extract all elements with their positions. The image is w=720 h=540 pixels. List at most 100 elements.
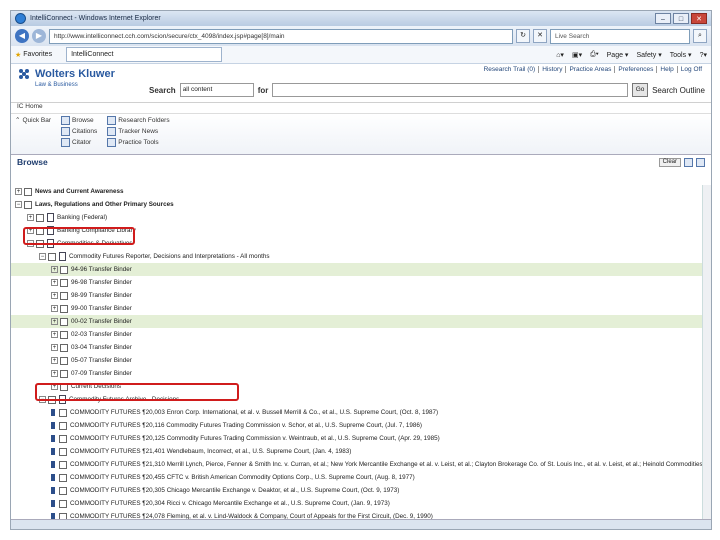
- checkbox[interactable]: [60, 343, 68, 352]
- checkbox[interactable]: [60, 356, 68, 365]
- checkbox[interactable]: [59, 408, 67, 417]
- checkbox[interactable]: [24, 187, 32, 196]
- quick-browse[interactable]: Browse: [61, 116, 97, 125]
- checkbox[interactable]: [59, 460, 67, 469]
- refresh-icon[interactable]: ↻: [516, 29, 530, 43]
- query-input[interactable]: [272, 83, 629, 97]
- link-log-off[interactable]: Log Off: [676, 66, 705, 73]
- checkbox[interactable]: [59, 434, 67, 443]
- tree-row[interactable]: +98-99 Transfer Binder: [11, 289, 711, 302]
- search-scope-select[interactable]: all content: [179, 83, 254, 97]
- link-history[interactable]: History: [538, 66, 565, 73]
- print-tree-icon[interactable]: [684, 157, 693, 167]
- tab-intelliconnect[interactable]: IntelliConnect: [66, 47, 223, 62]
- tree-row[interactable]: +03-04 Transfer Binder: [11, 341, 711, 354]
- tree-row[interactable]: +05-07 Transfer Binder: [11, 354, 711, 367]
- checkbox[interactable]: [59, 447, 67, 456]
- tree-row[interactable]: COMMODITY FUTURES ¶20,304 Ricci v. Chica…: [11, 497, 711, 510]
- expand-icon[interactable]: +: [51, 305, 58, 312]
- favorites-button[interactable]: Favorites: [23, 51, 52, 58]
- tree-row[interactable]: − Laws, Regulations and Other Primary Sou…: [11, 198, 711, 211]
- back-arrow-icon[interactable]: ◀: [15, 29, 29, 43]
- maximize-button[interactable]: □: [673, 13, 689, 24]
- quick-practice-tools[interactable]: Practice Tools: [107, 138, 169, 147]
- tree-row[interactable]: + News and Current Awareness: [11, 185, 711, 198]
- tree-row[interactable]: +02-03 Transfer Binder: [11, 328, 711, 341]
- search-icon[interactable]: ⌕: [693, 29, 707, 43]
- expand-icon[interactable]: +: [27, 214, 34, 221]
- vertical-scrollbar[interactable]: [702, 185, 711, 529]
- tree-row[interactable]: +07-09 Transfer Binder: [11, 367, 711, 380]
- clear-button[interactable]: Clear: [658, 157, 681, 167]
- tree-row[interactable]: +94-96 Transfer Binder: [11, 263, 711, 276]
- expand-icon[interactable]: +: [51, 357, 58, 364]
- expand-icon[interactable]: +: [51, 370, 58, 377]
- checkbox[interactable]: [60, 265, 68, 274]
- tree-row[interactable]: + Banking (Federal): [11, 211, 711, 224]
- tree-row[interactable]: COMMODITY FUTURES ¶20,305 Chicago Mercan…: [11, 484, 711, 497]
- checkbox[interactable]: [60, 330, 68, 339]
- forward-arrow-icon[interactable]: ▶: [32, 29, 46, 43]
- status-bar: [11, 519, 711, 529]
- tree-row[interactable]: COMMODITY FUTURES ¶21,401 Wendlebaum, In…: [11, 445, 711, 458]
- url-field[interactable]: http://www.intelliconnect.cch.com/scion/…: [49, 28, 513, 44]
- help-icon[interactable]: ?▾: [700, 51, 707, 59]
- expand-icon[interactable]: +: [51, 331, 58, 338]
- print-icon[interactable]: ⎙▾: [590, 51, 599, 59]
- tree-row[interactable]: +96-98 Transfer Binder: [11, 276, 711, 289]
- quick-citator[interactable]: Citator: [61, 138, 97, 147]
- expand-icon[interactable]: +: [51, 266, 58, 273]
- collapse-icon[interactable]: −: [39, 253, 46, 260]
- link-practice-areas[interactable]: Practice Areas: [565, 66, 614, 73]
- site-header: Wolters Kluwer Law & Business Research T…: [11, 64, 711, 103]
- quick-research-folders[interactable]: Research Folders: [107, 116, 170, 125]
- expand-icon[interactable]: +: [51, 318, 58, 325]
- expand-icon[interactable]: +: [15, 188, 22, 195]
- feeds-icon[interactable]: ▣▾: [572, 51, 582, 59]
- tree-row[interactable]: − Commodity Futures Reporter, Decisions a…: [11, 250, 711, 263]
- tree-row[interactable]: +00-02 Transfer Binder: [11, 315, 711, 328]
- browse-icon: [61, 116, 70, 125]
- tree-row[interactable]: COMMODITY FUTURES ¶21,310 Merrill Lynch,…: [11, 458, 711, 471]
- tree-row[interactable]: COMMODITY FUTURES ¶20,455 CFTC v. Britis…: [11, 471, 711, 484]
- brand-subtitle: Law & Business: [35, 82, 78, 88]
- search-outline-option[interactable]: Search Outline: [652, 86, 705, 95]
- safety-menu[interactable]: Safety ▾: [636, 51, 661, 59]
- tools-menu[interactable]: Tools ▾: [670, 51, 692, 59]
- link-preferences[interactable]: Preferences: [614, 66, 656, 73]
- checkbox[interactable]: [48, 252, 56, 261]
- tree-row[interactable]: COMMODITY FUTURES ¶20,003 Enron Corp. In…: [11, 406, 711, 419]
- page-menu[interactable]: Page ▾: [607, 51, 629, 59]
- checkbox[interactable]: [36, 213, 44, 222]
- link-research-trail[interactable]: Research Trail (0): [481, 66, 539, 73]
- quick-bar-toggle[interactable]: ⌃ Quick Bar: [15, 116, 51, 125]
- home-icon[interactable]: ⌂▾: [556, 51, 564, 59]
- tree-row[interactable]: COMMODITY FUTURES ¶20,116 Commodity Futu…: [11, 419, 711, 432]
- stop-icon[interactable]: ✕: [533, 29, 547, 43]
- checkbox[interactable]: [60, 369, 68, 378]
- expand-icon[interactable]: +: [51, 344, 58, 351]
- checkbox[interactable]: [59, 499, 67, 508]
- close-button[interactable]: ✕: [691, 13, 707, 24]
- expand-icon[interactable]: +: [51, 292, 58, 299]
- breadcrumb[interactable]: IC Home: [11, 103, 711, 114]
- checkbox[interactable]: [60, 317, 68, 326]
- tree-row[interactable]: +99-00 Transfer Binder: [11, 302, 711, 315]
- quick-citations[interactable]: Citations: [61, 127, 97, 136]
- expand-icon[interactable]: +: [51, 279, 58, 286]
- minimize-button[interactable]: –: [655, 13, 671, 24]
- tree-row[interactable]: COMMODITY FUTURES ¶20,125 Commodity Futu…: [11, 432, 711, 445]
- link-help[interactable]: Help: [656, 66, 676, 73]
- export-tree-icon[interactable]: [696, 157, 705, 167]
- go-button[interactable]: Go: [632, 83, 649, 97]
- checkbox[interactable]: [60, 291, 68, 300]
- quick-tracker-news[interactable]: Tracker News: [107, 127, 169, 136]
- checkbox[interactable]: [59, 421, 67, 430]
- search-input[interactable]: Live Search: [550, 28, 690, 44]
- checkbox[interactable]: [59, 486, 67, 495]
- checkbox[interactable]: [24, 200, 32, 209]
- checkbox[interactable]: [60, 278, 68, 287]
- checkbox[interactable]: [60, 304, 68, 313]
- checkbox[interactable]: [59, 473, 67, 482]
- collapse-icon[interactable]: −: [15, 201, 22, 208]
